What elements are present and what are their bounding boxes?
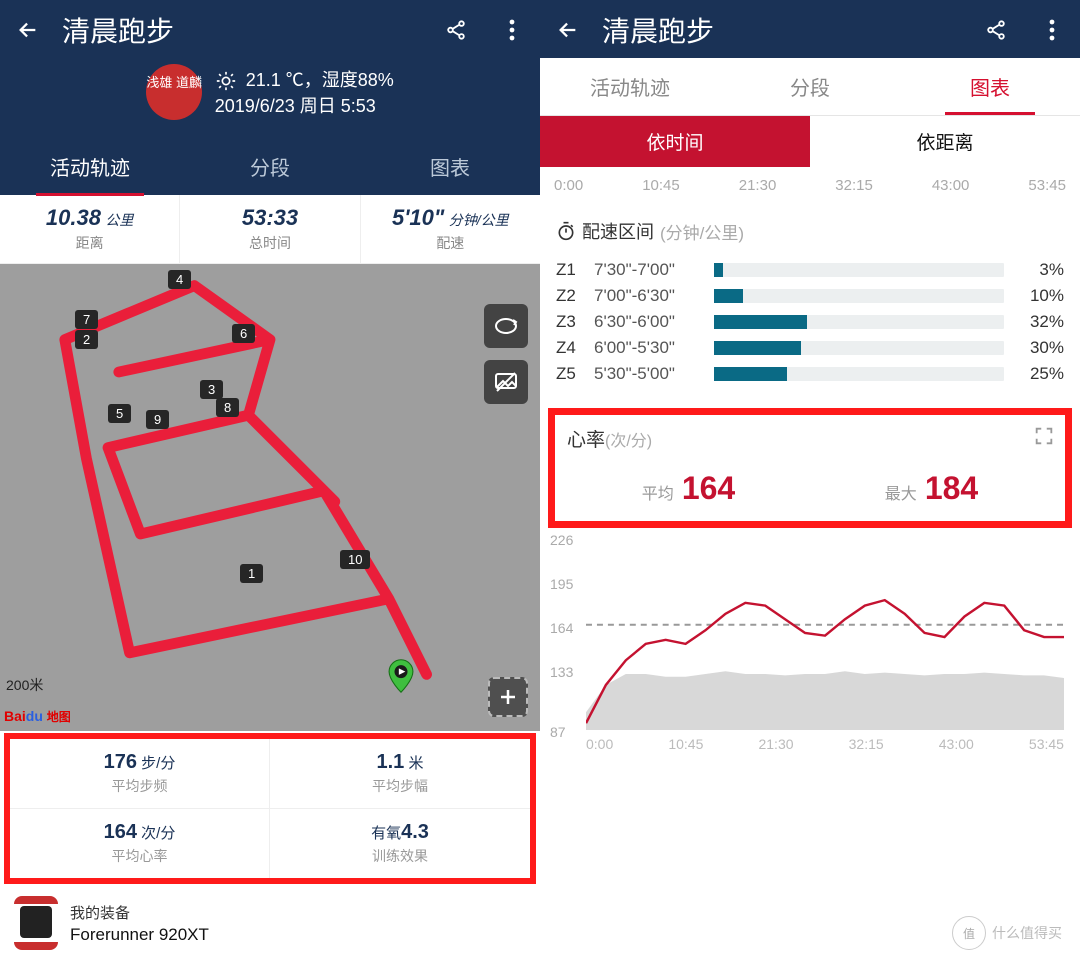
tab-splits[interactable]: 分段 [180,138,360,195]
map-scale: 200米 [6,675,43,695]
km-marker: 3 [200,380,223,399]
tabs-left: 活动轨迹 分段 图表 [0,138,540,195]
zone-row: Z36'30"-6'00"32% [556,312,1064,332]
share-icon[interactable] [442,16,470,44]
share-icon[interactable] [982,16,1010,44]
subtab-by-time[interactable]: 依时间 [540,116,810,167]
page-title-right: 清晨跑步 [602,10,982,50]
stopwatch-icon [556,221,576,241]
hr-chart-xaxis: 0:0010:4521:3032:1543:0053:45 [540,736,1080,752]
page-title-left: 清晨跑步 [62,10,442,50]
km-marker: 6 [232,324,255,343]
device-row[interactable]: 我的装备 Forerunner 920XT [0,886,540,960]
cell-stride: 1.1 米 平均步幅 [270,739,530,809]
zone-row: Z46'00"-5'30"30% [556,338,1064,358]
highlighted-stats-box: 176 步/分 平均步频 1.1 米 平均步幅 164 次/分 平均心率 有氧4… [4,733,536,884]
map-view[interactable]: 1 27 4 6 3 59 8 10 200米 Baidu 地图 [0,264,540,731]
hr-avg: 平均164 [642,470,735,507]
hr-chart[interactable]: 226 195 164 133 87 [540,536,1080,736]
tab-track[interactable]: 活动轨迹 [0,138,180,195]
watermark: 值 什么值得买 [952,916,1062,950]
time-axis-header: 0:00 10:45 21:30 32:15 43:00 53:45 [540,167,1080,212]
hr-max: 最大184 [885,470,978,507]
km-marker: 9 [146,410,169,429]
tab-splits[interactable]: 分段 [720,58,900,115]
activity-date: 2019/6/23 周日 5:53 [215,96,376,116]
cell-avg-hr: 164 次/分 平均心率 [10,809,270,878]
weather-text: 21.1 ℃，湿度88% [246,70,394,90]
weather-icon [215,70,237,92]
device-name: Forerunner 920XT [70,925,209,945]
km-marker: 4 [168,270,191,289]
tab-charts[interactable]: 图表 [360,138,540,195]
app-header-right: 清晨跑步 [540,0,1080,58]
avatar[interactable]: 浅雄 道麟 [146,64,202,120]
km-marker: 7 [75,310,98,329]
stat-pace: 5'10" 分钟/公里 配速 [361,195,540,263]
more-icon[interactable] [498,16,526,44]
back-icon[interactable] [14,16,42,44]
km-marker: 8 [216,398,239,417]
zone-row: Z55'30"-5'00"25% [556,364,1064,384]
stat-distance: 10.38 公里 距离 [0,195,180,263]
activity-subheader: 浅雄 道麟 21.1 ℃，湿度88% 2019/6/23 周日 5:53 [0,58,540,138]
expand-icon[interactable] [1033,425,1055,452]
km-marker: 2 [75,330,98,349]
km-marker: 10 [340,550,370,569]
stat-time: 53:33 总时间 [180,195,360,263]
cell-cadence: 176 步/分 平均步频 [10,739,270,809]
tab-track[interactable]: 活动轨迹 [540,58,720,115]
tabs-right: 活动轨迹 分段 图表 [540,58,1080,116]
pace-zone-title: 配速区间(分钟/公里) [540,212,1080,250]
map-loop-button[interactable] [484,304,528,348]
app-header-left: 清晨跑步 [0,0,540,58]
start-pin-icon [388,659,414,693]
cell-training-effect: 有氧4.3 训练效果 [270,809,530,878]
summary-stats: 10.38 公里 距离 53:33 总时间 5'10" 分钟/公里 配速 [0,195,540,264]
back-icon[interactable] [554,16,582,44]
tab-charts[interactable]: 图表 [900,58,1080,115]
chart-mode-tabs: 依时间 依距离 [540,116,1080,167]
more-icon[interactable] [1038,16,1066,44]
km-marker: 5 [108,404,131,423]
subtab-by-distance[interactable]: 依距离 [810,116,1080,167]
map-layers-button[interactable] [484,360,528,404]
device-label: 我的装备 [70,902,209,923]
zone-row: Z17'30"-7'00"3% [556,260,1064,280]
hr-highlight-box: 心率(次/分) 平均164 最大184 [548,408,1072,528]
watch-icon [14,896,58,950]
watermark-icon: 值 [952,916,986,950]
hr-title: 心率(次/分) [567,425,1053,452]
km-marker: 1 [240,564,263,583]
map-add-button[interactable] [488,677,528,717]
zone-row: Z27'00"-6'30"10% [556,286,1064,306]
pace-zones: Z17'30"-7'00"3% Z27'00"-6'30"10% Z36'30"-6… [540,250,1080,400]
baidu-logo: Baidu 地图 [4,708,71,725]
